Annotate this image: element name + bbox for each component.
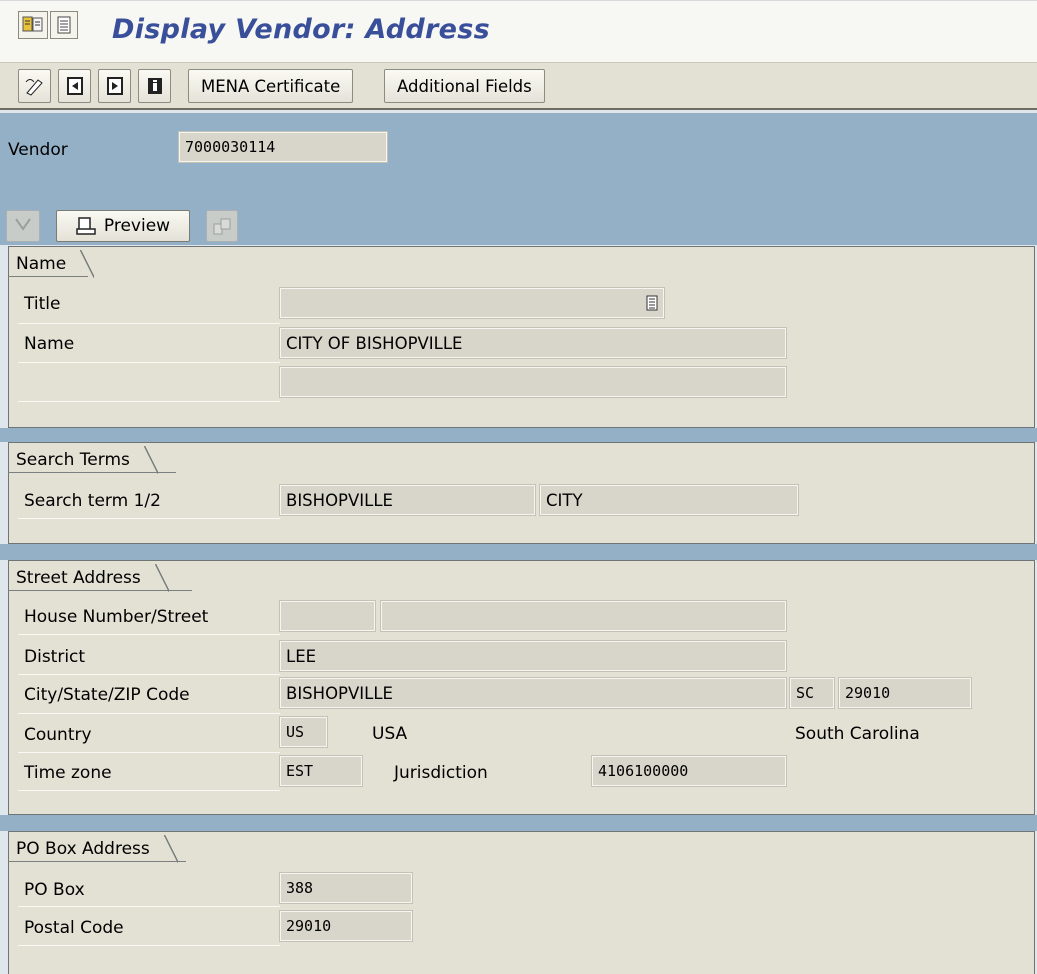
vendor-field[interactable]: 7000030114 [178,131,388,163]
command-icon[interactable] [18,11,48,39]
print-preview-icon [76,216,96,236]
search-term1-field[interactable]: BISHOPVILLE [279,484,536,516]
edit-pen-icon[interactable] [18,69,51,103]
title-field[interactable] [279,287,665,319]
house-number-field[interactable] [279,600,376,632]
row-divider [18,634,280,635]
row-divider [18,518,280,519]
name-label: Name [24,334,75,354]
street-field[interactable] [380,600,787,632]
jurisdiction-label: Jurisdiction [394,763,488,783]
search-terms-title: Search Terms [8,446,158,474]
row-divider [18,362,280,363]
street-address-title: Street Address [8,564,169,592]
city-field[interactable]: BISHOPVILLE [279,677,787,709]
separator-band [0,544,1037,560]
menu-icon[interactable] [50,11,78,39]
po-box-underline [8,861,186,862]
street-address-underline [8,590,192,591]
title-bar: Display Vendor: Address [0,0,1037,62]
postal-code-label: Postal Code [24,918,124,938]
row-divider [18,790,280,791]
title-label: Title [24,294,61,314]
name-field[interactable]: CITY OF BISHOPVILLE [279,327,787,359]
value-help-icon[interactable] [646,295,658,311]
row-divider [18,401,280,402]
additional-fields-button[interactable]: Additional Fields [384,69,545,103]
jurisdiction-field[interactable]: 4106100000 [591,755,787,787]
name-group-title: Name [8,250,95,278]
row-divider [18,674,280,675]
po-box-title: PO Box Address [8,835,178,863]
po-box-label: PO Box [24,880,85,900]
search-terms-underline [8,472,176,473]
vendor-label: Vendor [8,140,68,160]
page-title: Display Vendor: Address [112,14,490,45]
row-divider [18,323,280,324]
row-divider [18,906,280,907]
expand-toggle-button [6,210,40,242]
name2-field[interactable] [279,366,787,398]
city-state-zip-label: City/State/ZIP Code [24,685,190,705]
change-address-icon [206,210,238,242]
region-name: South Carolina [795,724,920,744]
mena-certificate-button[interactable]: MENA Certificate [188,69,354,103]
row-divider [18,945,280,946]
previous-page-icon[interactable] [58,69,91,103]
application-toolbar: MENA Certificate Additional Fields [0,62,1037,110]
house-street-label: House Number/Street [24,607,209,627]
zip-field[interactable]: 29010 [838,677,972,709]
country-name: USA [372,724,408,744]
time-zone-field[interactable]: EST [279,755,363,787]
state-field[interactable]: SC [789,677,835,709]
search-term-label: Search term 1/2 [24,491,161,511]
row-divider [18,752,280,753]
time-zone-label: Time zone [24,763,112,783]
next-page-icon[interactable] [98,69,131,103]
po-box-field[interactable]: 388 [279,872,413,904]
preview-label: Preview [103,216,171,236]
separator-band [0,815,1037,831]
country-code-field[interactable]: US [279,716,328,748]
info-icon[interactable] [138,69,171,103]
chevron-down-icon [14,216,32,237]
preview-button[interactable]: Preview [56,210,190,242]
district-label: District [24,647,86,667]
header-area [0,113,1037,205]
search-term2-field[interactable]: CITY [539,484,799,516]
country-label: Country [24,725,92,745]
district-field[interactable]: LEE [279,640,787,672]
name-group-underline [8,276,88,277]
separator-band [0,428,1037,442]
postal-code-field[interactable]: 29010 [279,910,413,942]
row-divider [18,713,280,714]
